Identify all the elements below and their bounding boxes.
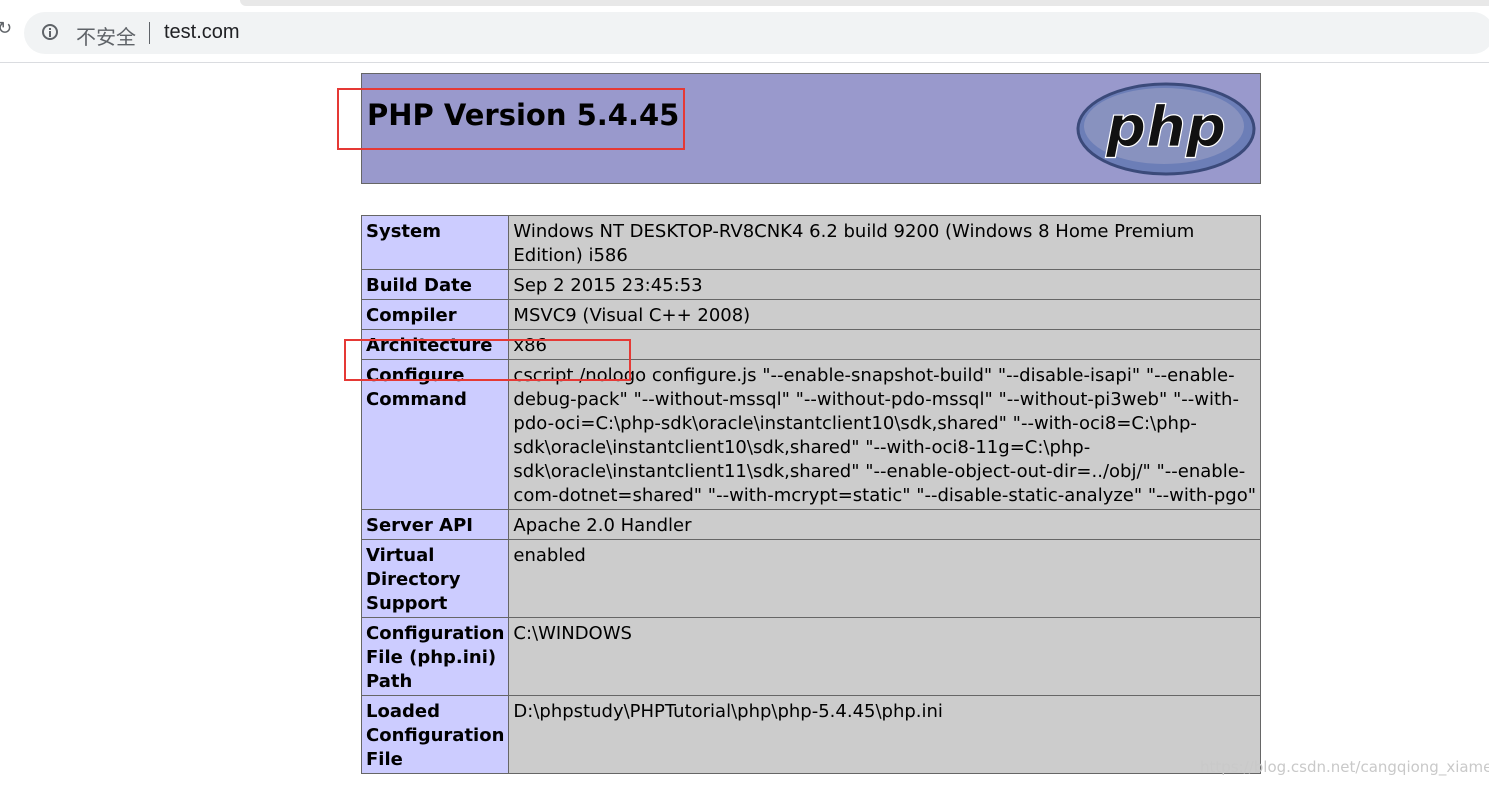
- row-key: Compiler: [360, 299, 510, 330]
- row-key: Loaded Configuration File: [360, 695, 510, 774]
- tab-strip: [240, 0, 1489, 6]
- php-logo: php: [1076, 82, 1256, 176]
- row-key: Server API: [360, 509, 510, 540]
- row-key: System: [360, 215, 510, 270]
- browser-toolbar: ↻ 不安全 test.com: [0, 0, 1489, 63]
- address-separator: [149, 22, 150, 44]
- table-row: Compiler MSVC9 (Visual C++ 2008): [360, 299, 1261, 330]
- address-bar[interactable]: 不安全 test.com: [24, 12, 1489, 54]
- row-value: MSVC9 (Visual C++ 2008): [508, 299, 1261, 330]
- table-row: Build Date Sep 2 2015 23:45:53: [360, 269, 1261, 300]
- table-row: System Windows NT DESKTOP-RV8CNK4 6.2 bui…: [360, 215, 1261, 270]
- table-row: Virtual Directory Support enabled: [360, 539, 1261, 618]
- info-table: System Windows NT DESKTOP-RV8CNK4 6.2 bui…: [360, 215, 1261, 774]
- table-row: Loaded Configuration File D:\phpstudy\PHP…: [360, 695, 1261, 774]
- url-text[interactable]: test.com: [164, 21, 240, 44]
- row-value: C:\WINDOWS: [508, 617, 1261, 696]
- table-row: Configuration File (php.ini) Path C:\WIND…: [360, 617, 1261, 696]
- row-value: Apache 2.0 Handler: [508, 509, 1261, 540]
- row-value: cscript /nologo configure.js "--enable-s…: [508, 359, 1261, 510]
- row-value: D:\phpstudy\PHPTutorial\php\php-5.4.45\p…: [508, 695, 1261, 774]
- row-key: Configure Command: [360, 359, 510, 510]
- row-key: Virtual Directory Support: [360, 539, 510, 618]
- row-key: Build Date: [360, 269, 510, 300]
- watermark: https://blog.csdn.net/cangqiong_xiamen: [1200, 758, 1489, 776]
- reload-icon[interactable]: ↻: [0, 18, 12, 39]
- php-logo-text: php: [1105, 95, 1226, 160]
- row-key: Configuration File (php.ini) Path: [360, 617, 510, 696]
- row-value: Windows NT DESKTOP-RV8CNK4 6.2 build 920…: [508, 215, 1261, 270]
- table-row: Configure Command cscript /nologo configu…: [360, 359, 1261, 510]
- row-value: Sep 2 2015 23:45:53: [508, 269, 1261, 300]
- table-row: Server API Apache 2.0 Handler: [360, 509, 1261, 540]
- highlight-architecture-box: [344, 339, 631, 381]
- row-value: enabled: [508, 539, 1261, 618]
- highlight-version-box: [337, 88, 685, 150]
- security-label[interactable]: 不安全: [76, 21, 136, 50]
- info-icon[interactable]: [42, 24, 58, 40]
